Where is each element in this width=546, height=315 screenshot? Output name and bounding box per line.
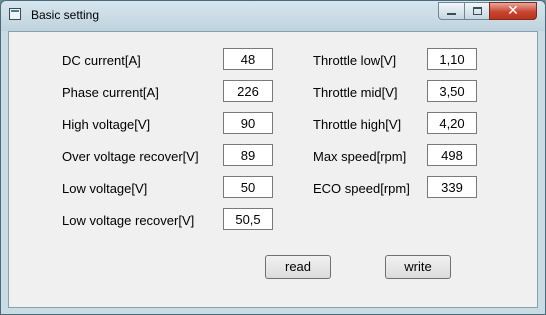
throttle-high-input[interactable] <box>427 112 477 134</box>
phase-current-label: Phase current[A] <box>62 85 159 100</box>
eco-speed-label: ECO speed[rpm] <box>313 181 410 196</box>
settings-panel: DC current[A] Phase current[A] High volt… <box>8 31 538 308</box>
high-voltage-label: High voltage[V] <box>62 117 151 132</box>
phase-current-input[interactable] <box>223 80 273 102</box>
low-voltage-recover-label: Low voltage recover[V] <box>62 213 195 228</box>
window-title: Basic setting <box>31 8 100 22</box>
low-voltage-label: Low voltage[V] <box>62 181 148 196</box>
throttle-low-input[interactable] <box>427 48 477 70</box>
maximize-icon <box>473 7 482 15</box>
throttle-mid-input[interactable] <box>427 80 477 102</box>
eco-speed-input[interactable] <box>427 176 477 198</box>
minimize-button[interactable] <box>438 2 465 20</box>
app-window-icon <box>9 8 21 20</box>
basic-setting-window: Basic setting ✕ DC current[A] Phase curr… <box>0 0 546 315</box>
high-voltage-input[interactable] <box>223 112 273 134</box>
title-bar[interactable]: Basic setting ✕ <box>1 1 545 31</box>
dc-current-label: DC current[A] <box>62 53 141 68</box>
max-speed-input[interactable] <box>427 144 477 166</box>
low-voltage-recover-input[interactable] <box>223 208 273 230</box>
minimize-icon <box>447 13 456 15</box>
throttle-high-label: Throttle high[V] <box>313 117 402 132</box>
throttle-mid-label: Throttle mid[V] <box>313 85 398 100</box>
dc-current-input[interactable] <box>223 48 273 70</box>
write-button[interactable]: write <box>385 255 451 279</box>
max-speed-label: Max speed[rpm] <box>313 149 407 164</box>
read-button[interactable]: read <box>265 255 331 279</box>
maximize-button[interactable] <box>464 2 490 20</box>
close-button[interactable]: ✕ <box>489 2 537 20</box>
low-voltage-input[interactable] <box>223 176 273 198</box>
close-icon: ✕ <box>507 2 519 18</box>
over-voltage-recover-label: Over voltage recover[V] <box>62 149 199 164</box>
over-voltage-recover-input[interactable] <box>223 144 273 166</box>
throttle-low-label: Throttle low[V] <box>313 53 397 68</box>
